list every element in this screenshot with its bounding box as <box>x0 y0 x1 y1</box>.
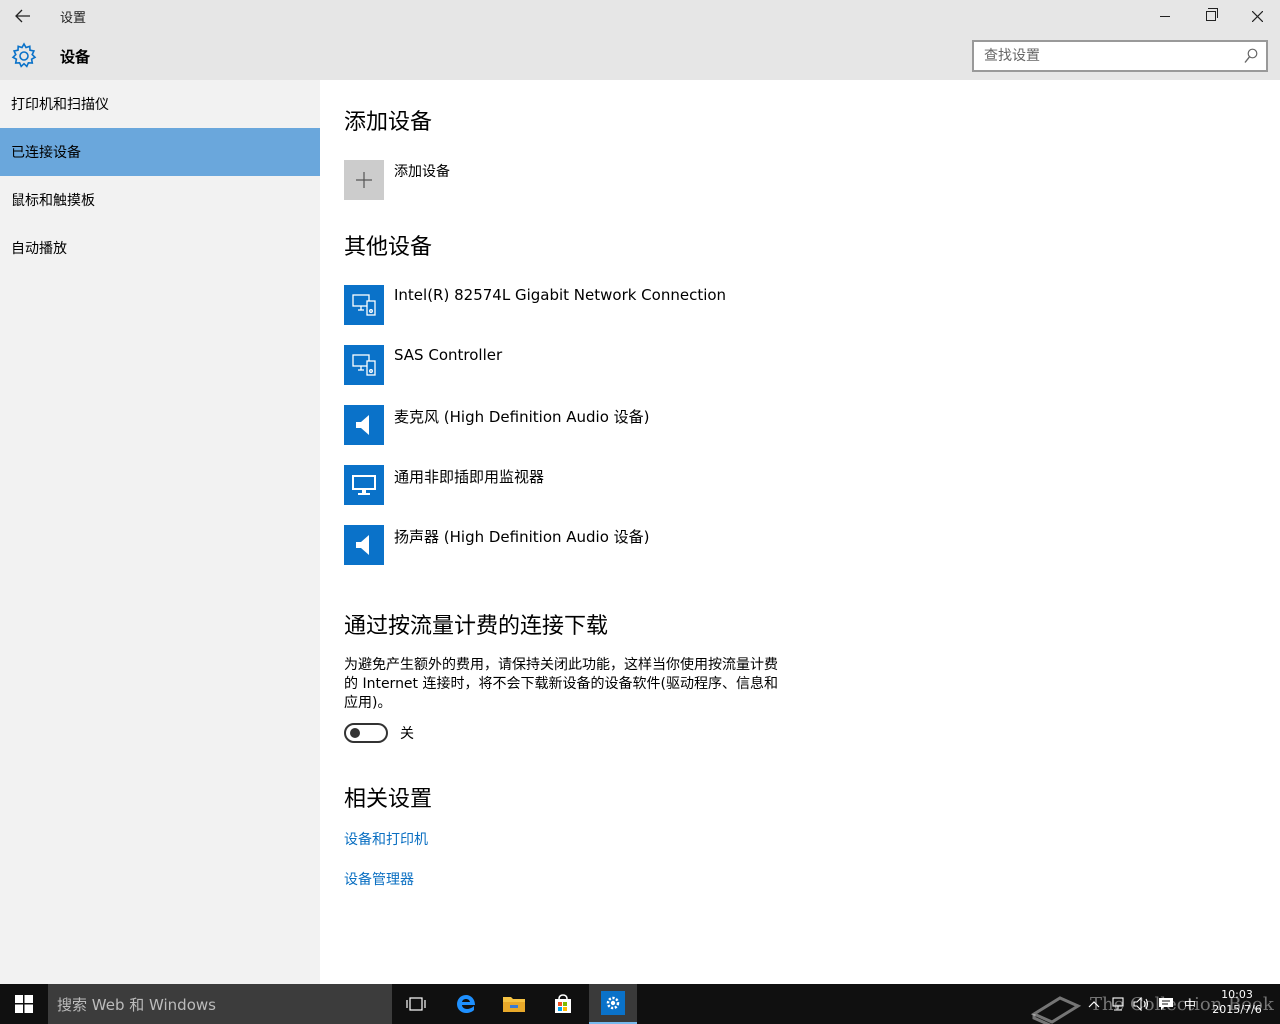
device-list: Intel(R) 82574L Gigabit Network Connecti… <box>344 285 726 585</box>
sidebar: 打印机和扫描仪 已连接设备 鼠标和触摸板 自动播放 <box>0 80 320 984</box>
device-name: 麦克风 (High Definition Audio 设备) <box>394 408 650 426</box>
device-name: SAS Controller <box>394 346 503 364</box>
window-title: 设置 <box>60 11 87 26</box>
store-button[interactable] <box>539 984 587 1024</box>
device-name: 通用非即插即用监视器 <box>394 468 545 486</box>
sidebar-item-autoplay[interactable]: 自动播放 <box>0 224 320 272</box>
plus-icon <box>344 160 384 200</box>
back-arrow-icon[interactable] <box>8 4 38 28</box>
list-item[interactable]: 麦克风 (High Definition Audio 设备) <box>344 405 726 465</box>
list-item[interactable]: 通用非即插即用监视器 <box>344 465 726 525</box>
settings-taskbar-button[interactable] <box>589 984 637 1024</box>
volume-icon <box>1133 997 1149 1011</box>
search-input[interactable] <box>974 42 1229 70</box>
close-button[interactable] <box>1234 0 1280 32</box>
edge-icon <box>457 995 475 1013</box>
minimize-icon <box>1160 15 1170 17</box>
search-box[interactable] <box>972 40 1268 72</box>
file-explorer-button[interactable] <box>490 984 538 1024</box>
add-devices-heading: 添加设备 <box>344 110 433 135</box>
toggle-knob <box>350 728 360 738</box>
sidebar-item-mouse-touchpad[interactable]: 鼠标和触摸板 <box>0 176 320 224</box>
add-device-button[interactable]: 添加设备 <box>344 160 450 200</box>
title-bar: 设置 <box>0 0 1280 32</box>
network-button[interactable] <box>1106 984 1130 1024</box>
speaker-icon <box>344 405 384 445</box>
settings-icon <box>601 991 625 1015</box>
book-icon <box>1030 996 1082 1024</box>
volume-button[interactable] <box>1130 984 1154 1024</box>
page-title: 设备 <box>60 48 91 66</box>
clock[interactable]: 10:03 2015/7/6 <box>1206 987 1268 1017</box>
close-icon <box>1251 10 1263 22</box>
windows-start-icon <box>15 995 33 1013</box>
start-button[interactable] <box>0 984 48 1024</box>
network-icon <box>1112 997 1124 1011</box>
metered-description: 为避免产生额外的费用，请保持关闭此功能，这样当你使用按流量计费的 Interne… <box>344 657 778 711</box>
clock-date: 2015/7/6 <box>1212 1003 1262 1016</box>
store-icon <box>555 994 571 1013</box>
clock-time: 10:03 <box>1221 988 1253 1001</box>
file-explorer-icon <box>503 997 525 1012</box>
speaker-icon <box>344 525 384 565</box>
restore-button[interactable] <box>1188 0 1234 32</box>
edge-button[interactable] <box>442 984 490 1024</box>
minimize-button[interactable] <box>1142 0 1188 32</box>
device-name: 扬声器 (High Definition Audio 设备) <box>394 528 650 546</box>
restore-icon <box>1206 8 1218 21</box>
taskbar-search[interactable]: 搜索 Web 和 Windows <box>48 984 392 1024</box>
show-hidden-icons-button[interactable] <box>1084 984 1104 1024</box>
list-item[interactable]: 扬声器 (High Definition Audio 设备) <box>344 525 726 585</box>
task-view-icon <box>406 997 426 1011</box>
add-device-label: 添加设备 <box>394 164 450 180</box>
device-icon <box>344 345 384 385</box>
main-content: 添加设备 添加设备 其他设备 Intel(R) 82574L Gigabit N… <box>320 80 1280 984</box>
device-manager-link[interactable]: 设备管理器 <box>344 869 414 889</box>
search-icon[interactable] <box>1244 48 1258 64</box>
ime-indicator[interactable]: 中 <box>1180 984 1200 1024</box>
list-item[interactable]: SAS Controller <box>344 345 726 405</box>
task-view-button[interactable] <box>392 984 440 1024</box>
sidebar-item-connected-devices[interactable]: 已连接设备 <box>0 128 320 176</box>
action-center-icon <box>1159 998 1173 1010</box>
action-center-button[interactable] <box>1154 984 1178 1024</box>
list-item[interactable]: Intel(R) 82574L Gigabit Network Connecti… <box>344 285 726 345</box>
metered-download-heading: 通过按流量计费的连接下载 <box>344 614 609 639</box>
related-settings-heading: 相关设置 <box>344 787 433 812</box>
device-icon <box>344 285 384 325</box>
other-devices-heading: 其他设备 <box>344 235 433 260</box>
gear-icon <box>11 42 37 68</box>
toggle-state-label: 关 <box>400 726 414 742</box>
metered-toggle-row: 关 <box>344 723 414 743</box>
settings-header: 设备 <box>0 32 1280 80</box>
sidebar-item-printers[interactable]: 打印机和扫描仪 <box>0 80 320 128</box>
taskbar: 搜索 Web 和 Windows The Collection Book 中 1… <box>0 984 1280 1024</box>
chevron-up-icon <box>1088 1001 1100 1008</box>
monitor-icon <box>344 465 384 505</box>
metered-toggle[interactable] <box>344 723 388 743</box>
device-name: Intel(R) 82574L Gigabit Network Connecti… <box>394 286 727 304</box>
devices-and-printers-link[interactable]: 设备和打印机 <box>344 829 428 849</box>
